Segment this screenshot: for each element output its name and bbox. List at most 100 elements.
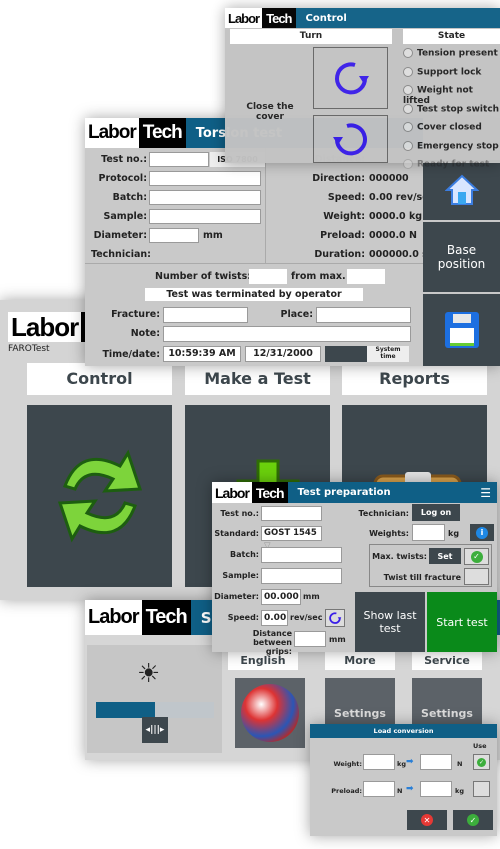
state-label: Tension present [417,48,498,59]
status-light-icon [403,48,413,58]
language-button[interactable] [235,678,305,748]
tab-make-a-test[interactable]: Make a Test [185,363,330,395]
control-title: Control [305,12,347,24]
speed-field[interactable]: 0.00 [261,610,288,626]
divider [85,263,423,264]
base-position-button[interactable]: Base position [423,222,500,292]
standard-value: GOST 1545 [264,528,317,538]
weights-field[interactable] [412,524,445,541]
globe-flags-icon [241,684,299,742]
state-label: Emergency stop [417,141,499,151]
info-icon: i [476,526,488,539]
tab-control[interactable]: Control [27,363,172,395]
set-max-twists-button[interactable]: Set [429,548,461,564]
brightness-slider[interactable] [96,702,214,718]
standard-dropdown[interactable]: GOST 1545 ▽ [261,526,322,551]
max-twists-field[interactable] [347,269,385,284]
sample-field[interactable] [261,568,342,584]
control-header: Labor Tech Control [225,8,500,28]
test-no-field[interactable] [261,506,322,521]
turn-counterclockwise-button[interactable] [313,115,388,163]
status-light-icon [403,103,413,114]
preload-kg-field[interactable] [420,781,452,797]
twist-till-fracture-checkbox[interactable] [464,568,489,585]
preload-unit-n: N [397,787,403,795]
sample-field[interactable] [149,209,261,224]
readout-label: Preload: [320,230,365,241]
logo: LaborTech [225,8,296,28]
fracture-label: Fracture: [111,309,160,320]
time-field[interactable]: 10:59:39 AM [163,346,241,362]
arrow-right-icon: ➡ [406,784,414,794]
from-max-label: from max. [291,271,346,282]
diameter-field[interactable] [149,228,199,243]
weight-label: Weight: [333,760,362,768]
turn-clockwise-button[interactable] [313,47,388,109]
control-window: Labor Tech Control Turn State Close the c… [225,8,500,170]
distance-field[interactable] [294,631,326,647]
confirm-button[interactable]: ✓ [453,810,493,830]
note-field[interactable] [163,326,411,342]
prep-header: Labor Tech Test preparation ☰ [212,482,497,503]
batch-field[interactable] [261,547,342,563]
clockwise-arrow-icon [334,62,369,95]
state-indicator: Support lock [403,66,500,86]
start-test-button[interactable]: Start test [427,592,497,652]
fracture-field[interactable] [163,307,248,323]
test-preparation-window: Labor Tech Test preparation ☰ Test no.: S… [212,482,497,656]
control-tile[interactable] [27,405,172,587]
weight-kg-field[interactable] [363,754,395,770]
max-twists-checkbox[interactable]: ✓ [464,548,489,565]
place-field[interactable] [316,307,411,323]
logo: LaborTech [85,118,186,148]
state-label: Test stop switch [417,104,500,114]
tab-reports[interactable]: Reports [342,363,487,395]
logo: LaborTech [85,600,191,635]
weights-label: Weights: [369,529,409,538]
diameter-field[interactable]: 00.000 [261,589,301,605]
test-no-field[interactable] [149,152,209,167]
batch-field[interactable] [149,190,261,205]
slider-handle[interactable]: ◂|||▸ [142,717,168,743]
divider [265,148,266,263]
diameter-unit: mm [303,592,320,601]
use-weight-checkbox[interactable]: ✓ [473,754,490,770]
clockwise-arrow-icon [329,612,342,624]
show-last-test-button[interactable]: Show last test [355,592,425,652]
info-button[interactable]: i [470,524,494,541]
system-time-label: System time [367,346,409,362]
state-label: Cover closed [417,122,482,133]
system-time-toggle[interactable] [325,346,367,362]
save-button[interactable] [423,294,500,366]
batch-label: Batch: [112,192,147,203]
log-on-button[interactable]: Log on [412,504,460,521]
load-conversion-dialog: Load conversion Use Weight: kg ➡ N ✓ Pre… [310,724,497,836]
status-message: Test was terminated by operator [145,288,363,301]
weight-n-field[interactable] [420,754,452,770]
date-field[interactable]: 12/31/2000 [245,346,321,362]
state-label: Support lock [417,67,482,77]
test-no-label: Test no.: [220,509,259,518]
floppy-disk-icon [444,312,479,348]
direction-button[interactable] [325,609,345,627]
cancel-button[interactable]: ✕ [407,810,447,830]
readout-value: 0000.0 kg [369,211,423,222]
brightness-icon: ☀ [137,659,161,689]
standard-label: Standard: [214,529,259,538]
status-light-icon [403,159,413,169]
speed-label: Speed: [227,613,259,622]
status-light-icon [403,140,413,151]
batch-label: Batch: [230,550,259,559]
state-header: State [403,29,500,44]
service-label: Service [412,652,482,670]
twists-field[interactable] [249,269,287,284]
hamburger-menu-icon[interactable]: ☰ [480,486,491,500]
weight-unit-kg: kg [397,760,406,768]
use-preload-checkbox[interactable] [473,781,490,797]
counterclockwise-arrow-icon [332,123,367,156]
max-twists-label: Max. twists: [372,552,427,561]
state-indicator: Cover closed [403,122,500,141]
preload-n-field[interactable] [363,781,395,797]
protocol-field[interactable] [149,171,261,186]
distance-unit: mm [329,635,346,644]
